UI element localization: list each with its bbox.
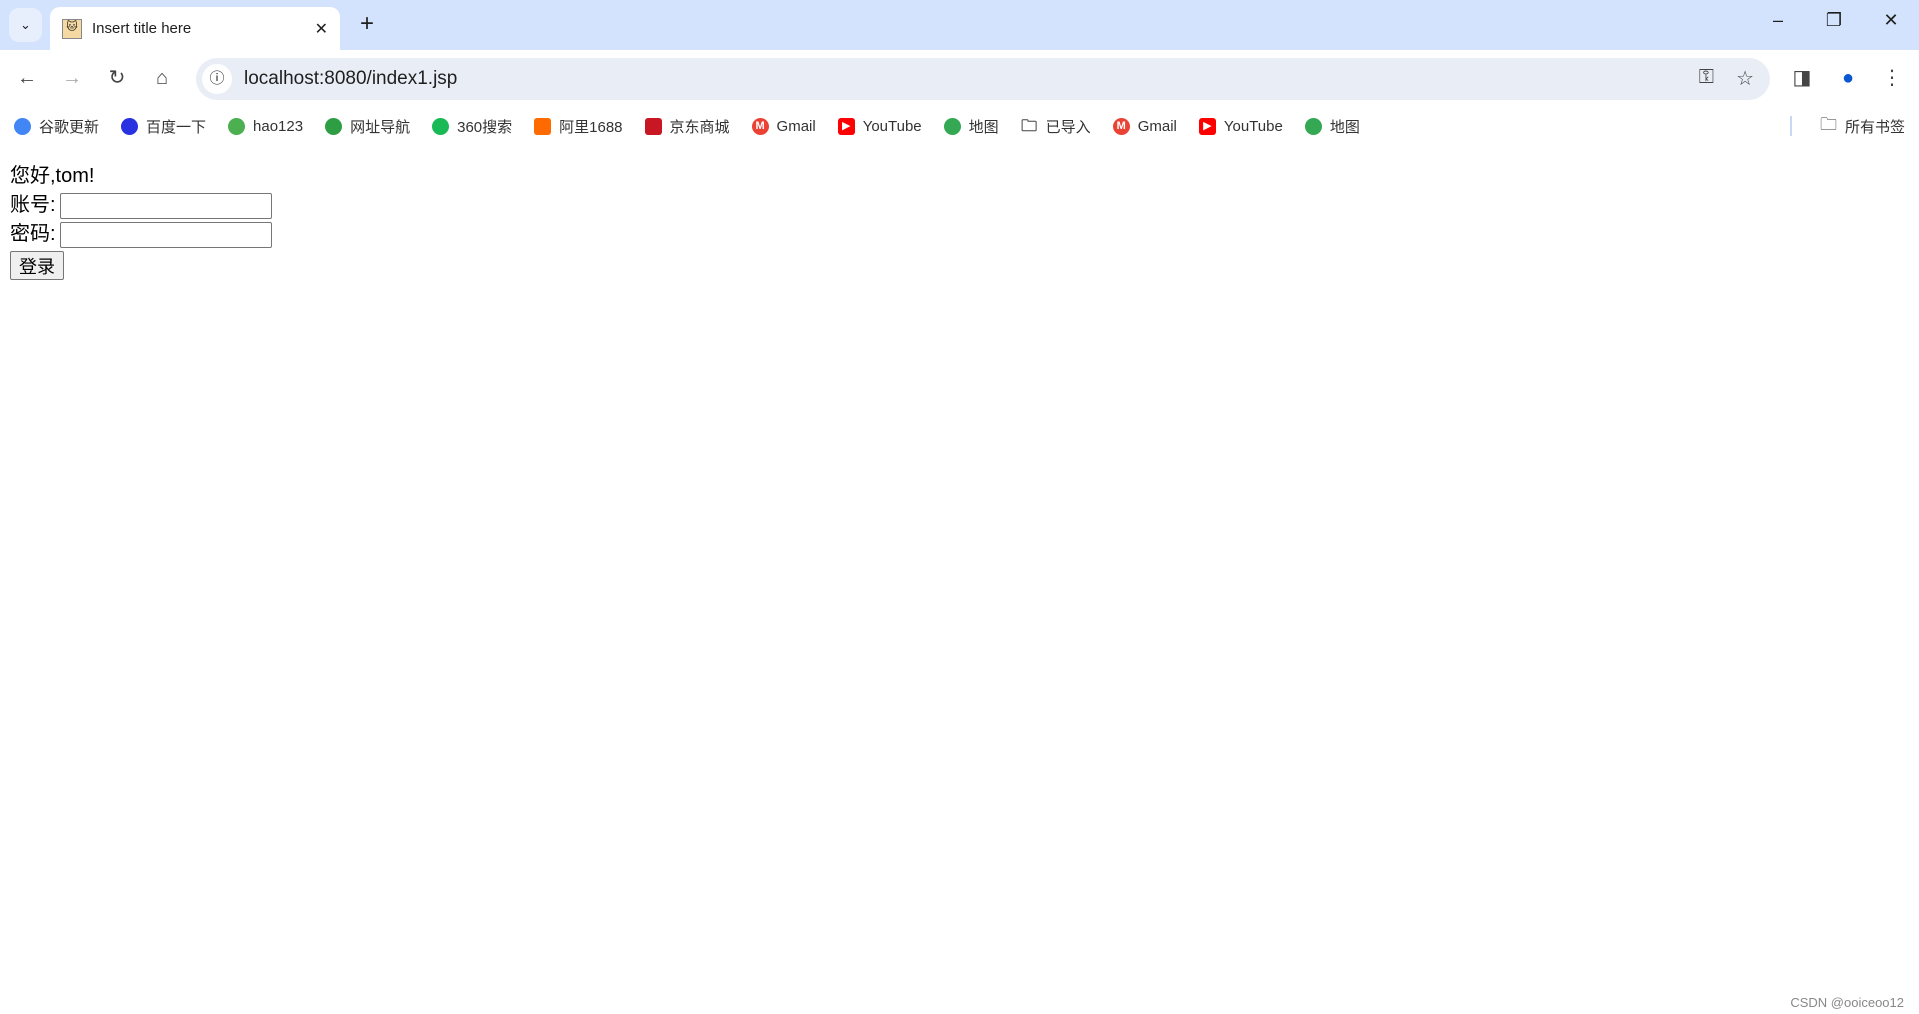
close-window-button[interactable]: ✕: [1871, 10, 1911, 31]
back-button[interactable]: ←: [11, 62, 43, 94]
tab-search-button[interactable]: ⌄: [9, 8, 42, 42]
bookmark-label: 已导入: [1045, 118, 1091, 136]
password-input[interactable]: [59, 221, 272, 248]
baidu-icon: [121, 117, 139, 135]
greeting: 您好,tom!: [10, 165, 95, 187]
new-tab-button[interactable]: +: [352, 10, 382, 38]
tab-bar: ⌄ 🐱 Insert title here ✕ + – ❐ ✕: [0, 0, 1919, 50]
close-tab-icon[interactable]: ✕: [315, 19, 328, 39]
chrome-icon: [14, 117, 31, 135]
url-text[interactable]: localhost:8080/index1.jsp: [244, 68, 457, 90]
bookmark-item[interactable]: 地图: [1304, 116, 1360, 137]
bookmark-label: 百度一下: [146, 118, 207, 136]
bookmark-label: 京东商城: [669, 118, 730, 136]
bookmark-label: 谷歌更新: [39, 118, 100, 136]
jd-icon: [644, 117, 662, 135]
folder-icon: 🗀: [1819, 114, 1837, 134]
bookmark-item[interactable]: M Gmail: [751, 117, 816, 135]
bookmark-label: 地图: [1329, 118, 1360, 136]
account-label: 账号:: [10, 194, 56, 216]
chevron-down-icon: ⌄: [20, 17, 31, 32]
site-info-icon[interactable]: ⓘ: [202, 64, 232, 94]
all-bookmarks-button[interactable]: 🗀 所有书签: [1820, 107, 1905, 145]
home-button[interactable]: ⌂: [146, 62, 178, 94]
gmail-icon: M: [751, 117, 769, 135]
bookmark-item[interactable]: M Gmail: [1112, 117, 1177, 135]
account-input[interactable]: [59, 192, 272, 219]
gmail-icon: M: [1112, 117, 1130, 135]
bookmark-item[interactable]: 🗀 已导入: [1021, 116, 1091, 137]
watermark: CSDN @ooiceoo12: [1790, 995, 1904, 1010]
bookmark-label: 地图: [968, 118, 999, 136]
folder-icon: 🗀: [1021, 117, 1038, 135]
bookmark-star-icon[interactable]: ☆: [1736, 66, 1754, 91]
youtube-icon: ▶: [1198, 117, 1216, 135]
bookmark-item[interactable]: 京东商城: [644, 116, 730, 137]
tomcat-favicon-icon: 🐱: [62, 18, 82, 39]
bookmark-label: 阿里1688: [559, 118, 623, 136]
bookmarks-separator: [1790, 116, 1792, 136]
youtube-icon: ▶: [837, 117, 855, 135]
restore-button[interactable]: ❐: [1814, 10, 1854, 31]
bookmark-item[interactable]: 360搜索: [432, 116, 512, 137]
bookmark-item[interactable]: 百度一下: [121, 116, 206, 137]
toolbar: ← → ↻ ⌂ ⓘ localhost:8080/index1.jsp ⚿ ☆ …: [0, 50, 1919, 107]
bookmark-item[interactable]: 谷歌更新: [14, 116, 99, 137]
bookmark-item[interactable]: ▶ YouTube: [1198, 117, 1283, 135]
bookmark-item[interactable]: hao123: [228, 117, 304, 135]
maps-icon: [943, 117, 961, 135]
tab-title: Insert title here: [92, 20, 192, 37]
bookmark-item[interactable]: 阿里1688: [534, 116, 623, 137]
password-key-icon[interactable]: ⚿: [1699, 66, 1714, 89]
menu-kebab-icon[interactable]: ⋮: [1876, 62, 1908, 94]
side-panel-icon[interactable]: ◨: [1786, 62, 1818, 94]
password-label: 密码:: [10, 223, 56, 245]
2345-icon: [325, 117, 343, 135]
bookmark-item[interactable]: 网址导航: [325, 116, 410, 137]
bookmark-label: YouTube: [1223, 117, 1283, 135]
forward-button[interactable]: →: [56, 62, 88, 94]
bookmark-label: YouTube: [862, 117, 922, 135]
login-button[interactable]: 登录: [10, 251, 64, 280]
bookmarks-bar: 谷歌更新 百度一下 hao123 网址导航 360搜索 阿里1688 京东商城 M Gmail ▶…: [0, 107, 1919, 145]
profile-avatar[interactable]: ●: [1832, 62, 1864, 94]
1688-icon: [534, 117, 552, 135]
bookmark-label: 360搜索: [457, 118, 513, 136]
bookmark-label: Gmail: [1137, 117, 1177, 135]
active-tab[interactable]: 🐱 Insert title here ✕: [50, 7, 340, 50]
bookmark-label: 网址导航: [350, 118, 411, 136]
360-icon: [432, 117, 450, 135]
bookmark-label: hao123: [253, 117, 304, 135]
minimize-button[interactable]: –: [1758, 10, 1798, 31]
address-bar[interactable]: ⓘ localhost:8080/index1.jsp ⚿ ☆: [196, 58, 1770, 100]
reload-button[interactable]: ↻: [101, 62, 133, 94]
maps-icon: [1304, 117, 1322, 135]
hao123-icon: [228, 117, 246, 135]
page-content: 您好,tom! 账号: 密码: 登录: [10, 162, 272, 282]
bookmark-item[interactable]: ▶ YouTube: [837, 117, 922, 135]
bookmark-item[interactable]: 地图: [943, 116, 999, 137]
all-bookmarks-label: 所有书签: [1844, 118, 1905, 136]
bookmark-label: Gmail: [776, 117, 816, 135]
